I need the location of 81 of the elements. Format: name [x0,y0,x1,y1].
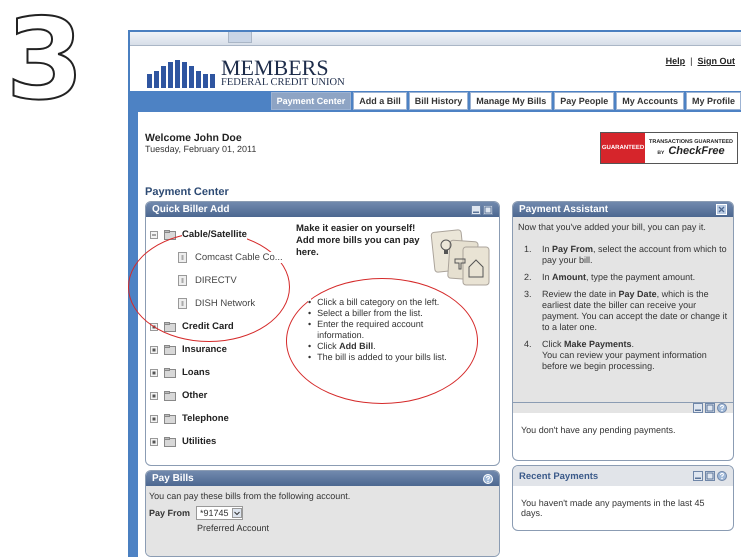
instruction-item: Click a bill category on the left. [317,297,440,308]
panel-title: Payment Assistant [519,204,608,215]
expand-icon[interactable] [150,414,158,422]
help-icon[interactable] [717,403,727,413]
sign-out-link[interactable]: Sign Out [698,56,735,91]
category-item[interactable]: Other [182,390,208,401]
assistant-step-text: Review the date in Pay Date, which is the earliest date the biller can receive your payment. You can accept the date or change it to a later one. [542,289,728,333]
folder-icon [164,414,176,424]
category-item[interactable]: Telephone [182,413,229,424]
welcome-greeting: Welcome John Doe [145,132,243,144]
nav-tab[interactable]: Pay People [554,92,614,110]
page-title: Payment Center [145,186,230,198]
assistant-intro: Now that you've added your bill, you can pay it. [518,222,707,232]
expand-icon[interactable] [150,346,158,354]
folder-icon [164,390,176,400]
panel-title: Recent Payments [519,470,598,482]
folder-icon [164,230,176,240]
expand-icon[interactable] [150,368,158,376]
instruction-item: Select a biller from the list. [317,308,423,319]
maximize-icon[interactable] [705,403,715,413]
help-link[interactable]: Help [666,56,686,91]
badge-brand: CheckFree [668,145,725,157]
assistant-step-note: You can review your payment information before we begin processing. [542,350,708,372]
step-number-label: 2. [524,272,533,283]
nav-tab[interactable]: My Accounts [616,92,684,110]
maximize-icon[interactable] [705,471,715,481]
nav-tab[interactable]: Manage My Bills [470,92,552,110]
close-button[interactable] [716,204,727,215]
logo-bars-icon [146,60,218,88]
category-item[interactable]: Loans [182,367,210,378]
recent-message: You haven't made any payments in the last 45 days. [520,497,706,520]
biller-item[interactable]: DISH Network [195,298,256,309]
nav-tab[interactable]: Bill History [408,92,468,110]
minimize-icon[interactable] [471,204,481,214]
bill-icon [178,298,187,309]
panel-title: Pay Bills [152,473,194,484]
assistant-step-text: In Amount, type the payment amount. [542,272,696,283]
step-number-label: 3. [524,289,533,301]
pay-bills-description: You can pay these bills from the following account. [149,491,352,501]
minimize-icon[interactable] [693,403,703,413]
step-number-label: 4. [524,339,533,351]
link-separator: | [690,56,692,68]
pay-from-label: Pay From [149,508,190,518]
category-item[interactable]: Cable/Satellite [182,229,247,240]
caret-icon [232,508,242,518]
bill-icon [178,275,187,286]
step-number: 3 [6,4,84,116]
maximize-icon[interactable] [483,204,493,214]
category-item[interactable]: Insurance [182,344,227,355]
panel-title: Quick Biller Add [152,204,230,215]
expand-icon[interactable] [150,392,158,400]
expand-icon[interactable] [150,322,158,330]
account-note: Preferred Account [197,523,270,533]
logo-subtitle: FEDERAL CREDIT UNION [221,77,345,88]
step-number-label: 1. [524,244,533,256]
instruction-item: The bill is added to your bills list. [317,352,447,363]
close-icon [716,204,727,215]
current-date: Tuesday, February 01, 2011 [145,144,256,154]
folder-icon [164,344,176,354]
nav-tab[interactable]: Add a Bill [353,92,407,110]
pending-message: You don't have any pending payments. [520,424,677,437]
assistant-step-text: In Pay From, select the account from which to pay your bill. [542,244,728,266]
instruction-item: Enter the required account information. [317,319,424,341]
category-item[interactable]: Credit Card [182,321,234,332]
biller-item[interactable]: DIRECTV [195,275,237,286]
minimize-icon[interactable] [693,471,703,481]
biller-item[interactable]: Comcast Cable Co... [195,252,283,263]
nav-tab[interactable]: My Profile [686,92,741,110]
logo-name: MEMBERS [221,58,329,78]
assistant-step-text: Click Make Payments. [542,339,636,350]
help-icon[interactable] [717,471,727,481]
folder-icon [164,436,176,446]
folder-icon [164,368,176,378]
account-dropdown[interactable]: *91745 [196,506,243,520]
intro-text: Make it easier on yourself! Add more bills you can pay here. [296,223,421,259]
category-item[interactable]: Utilities [182,436,216,447]
instruction-item: Click Add Bill. [317,341,376,352]
bill-icon [178,252,187,263]
expand-icon[interactable] [150,438,158,446]
folder-icon [164,322,176,332]
collapse-icon[interactable] [150,230,158,238]
